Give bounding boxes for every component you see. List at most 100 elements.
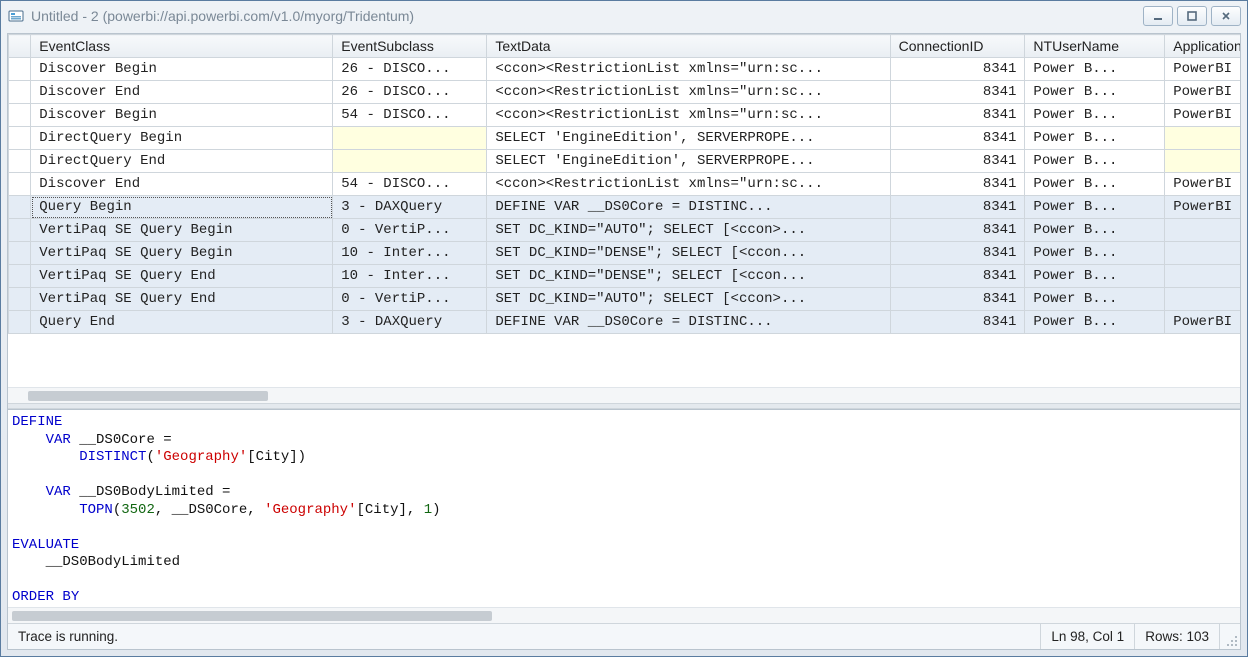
cell-text[interactable]: SET DC_KIND="AUTO"; SELECT [<ccon>... — [487, 219, 890, 242]
cell-conn[interactable]: 8341 — [890, 81, 1025, 104]
cell-event[interactable]: Discover Begin — [31, 58, 333, 81]
cell-sub[interactable]: 54 - DISCO... — [333, 104, 487, 127]
minimize-button[interactable] — [1143, 6, 1173, 26]
cell-text[interactable]: <ccon><RestrictionList xmlns="urn:sc... — [487, 58, 890, 81]
row-header-corner[interactable] — [9, 35, 31, 58]
cell-rowhdr[interactable] — [9, 58, 31, 81]
cell-text[interactable]: SELECT 'EngineEdition', SERVERPROPE... — [487, 150, 890, 173]
cell-app[interactable] — [1165, 288, 1240, 311]
detail-panel[interactable]: DEFINE VAR __DS0Core = DISTINCT('Geograp… — [8, 409, 1240, 607]
query-text[interactable]: DEFINE VAR __DS0Core = DISTINCT('Geograp… — [12, 414, 1236, 607]
cell-conn[interactable]: 8341 — [890, 104, 1025, 127]
cell-text[interactable]: DEFINE VAR __DS0Core = DISTINC... — [487, 196, 890, 219]
cell-app[interactable]: PowerBI — [1165, 311, 1240, 334]
cell-conn[interactable]: 8341 — [890, 242, 1025, 265]
cell-event[interactable]: DirectQuery End — [31, 150, 333, 173]
cell-text[interactable]: SELECT 'EngineEdition', SERVERPROPE... — [487, 127, 890, 150]
titlebar[interactable]: Untitled - 2 (powerbi://api.powerbi.com/… — [1, 1, 1247, 31]
table-row[interactable]: Discover Begin54 - DISCO...<ccon><Restri… — [9, 104, 1241, 127]
resize-grip[interactable] — [1220, 624, 1240, 649]
cell-event[interactable]: VertiPaq SE Query Begin — [31, 242, 333, 265]
maximize-button[interactable] — [1177, 6, 1207, 26]
cell-text[interactable]: <ccon><RestrictionList xmlns="urn:sc... — [487, 104, 890, 127]
cell-conn[interactable]: 8341 — [890, 173, 1025, 196]
table-row[interactable]: Discover Begin26 - DISCO...<ccon><Restri… — [9, 58, 1241, 81]
cell-conn[interactable]: 8341 — [890, 219, 1025, 242]
cell-user[interactable]: Power B... — [1025, 196, 1165, 219]
cell-rowhdr[interactable] — [9, 196, 31, 219]
cell-text[interactable]: <ccon><RestrictionList xmlns="urn:sc... — [487, 81, 890, 104]
cell-sub[interactable]: 0 - VertiP... — [333, 219, 487, 242]
col-eventsubclass[interactable]: EventSubclass — [333, 35, 487, 58]
cell-sub[interactable]: 3 - DAXQuery — [333, 311, 487, 334]
cell-event[interactable]: DirectQuery Begin — [31, 127, 333, 150]
cell-text[interactable]: SET DC_KIND="DENSE"; SELECT [<ccon... — [487, 242, 890, 265]
cell-user[interactable]: Power B... — [1025, 219, 1165, 242]
cell-app[interactable] — [1165, 150, 1240, 173]
event-grid-scroll[interactable]: EventClass EventSubclass TextData Connec… — [8, 34, 1240, 387]
cell-conn[interactable]: 8341 — [890, 311, 1025, 334]
cell-user[interactable]: Power B... — [1025, 288, 1165, 311]
cell-rowhdr[interactable] — [9, 311, 31, 334]
cell-rowhdr[interactable] — [9, 104, 31, 127]
cell-rowhdr[interactable] — [9, 288, 31, 311]
cell-event[interactable]: VertiPaq SE Query End — [31, 265, 333, 288]
cell-user[interactable]: Power B... — [1025, 242, 1165, 265]
table-row[interactable]: Query Begin3 - DAXQueryDEFINE VAR __DS0C… — [9, 196, 1241, 219]
cell-user[interactable]: Power B... — [1025, 265, 1165, 288]
scrollbar-thumb[interactable] — [28, 391, 268, 401]
table-row[interactable]: VertiPaq SE Query End0 - VertiP...SET DC… — [9, 288, 1241, 311]
cell-app[interactable] — [1165, 265, 1240, 288]
close-button[interactable] — [1211, 6, 1241, 26]
cell-user[interactable]: Power B... — [1025, 127, 1165, 150]
cell-user[interactable]: Power B... — [1025, 81, 1165, 104]
table-row[interactable]: DirectQuery Begin SELECT 'EngineEdition'… — [9, 127, 1241, 150]
cell-rowhdr[interactable] — [9, 265, 31, 288]
col-connectionid[interactable]: ConnectionID — [890, 35, 1025, 58]
col-textdata[interactable]: TextData — [487, 35, 890, 58]
cell-user[interactable]: Power B... — [1025, 150, 1165, 173]
table-row[interactable]: Query End3 - DAXQueryDEFINE VAR __DS0Cor… — [9, 311, 1241, 334]
cell-text[interactable]: DEFINE VAR __DS0Core = DISTINC... — [487, 311, 890, 334]
cell-text[interactable]: SET DC_KIND="DENSE"; SELECT [<ccon... — [487, 265, 890, 288]
cell-rowhdr[interactable] — [9, 242, 31, 265]
cell-conn[interactable]: 8341 — [890, 58, 1025, 81]
cell-event[interactable]: Discover Begin — [31, 104, 333, 127]
cell-event[interactable]: Query Begin — [31, 196, 333, 219]
col-application[interactable]: Application — [1165, 35, 1240, 58]
cell-text[interactable]: <ccon><RestrictionList xmlns="urn:sc... — [487, 173, 890, 196]
cell-app[interactable]: PowerBI — [1165, 104, 1240, 127]
cell-rowhdr[interactable] — [9, 173, 31, 196]
cell-user[interactable]: Power B... — [1025, 311, 1165, 334]
cell-sub[interactable]: 10 - Inter... — [333, 242, 487, 265]
cell-user[interactable]: Power B... — [1025, 104, 1165, 127]
cell-user[interactable]: Power B... — [1025, 58, 1165, 81]
cell-app[interactable]: PowerBI — [1165, 173, 1240, 196]
grid-horizontal-scrollbar[interactable] — [8, 387, 1240, 403]
cell-text[interactable]: SET DC_KIND="AUTO"; SELECT [<ccon>... — [487, 288, 890, 311]
cell-event[interactable]: Discover End — [31, 173, 333, 196]
cell-sub[interactable] — [333, 127, 487, 150]
cell-user[interactable]: Power B... — [1025, 173, 1165, 196]
cell-app[interactable]: PowerBI — [1165, 81, 1240, 104]
cell-conn[interactable]: 8341 — [890, 196, 1025, 219]
cell-sub[interactable]: 10 - Inter... — [333, 265, 487, 288]
event-grid[interactable]: EventClass EventSubclass TextData Connec… — [8, 34, 1240, 334]
cell-event[interactable]: VertiPaq SE Query End — [31, 288, 333, 311]
cell-event[interactable]: VertiPaq SE Query Begin — [31, 219, 333, 242]
table-row[interactable]: VertiPaq SE Query Begin10 - Inter...SET … — [9, 242, 1241, 265]
detail-horizontal-scrollbar[interactable] — [8, 607, 1240, 623]
table-row[interactable]: VertiPaq SE Query End10 - Inter...SET DC… — [9, 265, 1241, 288]
cell-event[interactable]: Query End — [31, 311, 333, 334]
table-row[interactable]: Discover End26 - DISCO...<ccon><Restrict… — [9, 81, 1241, 104]
cell-sub[interactable]: 54 - DISCO... — [333, 173, 487, 196]
cell-rowhdr[interactable] — [9, 127, 31, 150]
cell-conn[interactable]: 8341 — [890, 265, 1025, 288]
cell-app[interactable]: PowerBI — [1165, 58, 1240, 81]
scrollbar-thumb[interactable] — [12, 611, 492, 621]
grid-header-row[interactable]: EventClass EventSubclass TextData Connec… — [9, 35, 1241, 58]
table-row[interactable]: Discover End54 - DISCO...<ccon><Restrict… — [9, 173, 1241, 196]
cell-event[interactable]: Discover End — [31, 81, 333, 104]
cell-app[interactable] — [1165, 242, 1240, 265]
table-row[interactable]: VertiPaq SE Query Begin0 - VertiP...SET … — [9, 219, 1241, 242]
